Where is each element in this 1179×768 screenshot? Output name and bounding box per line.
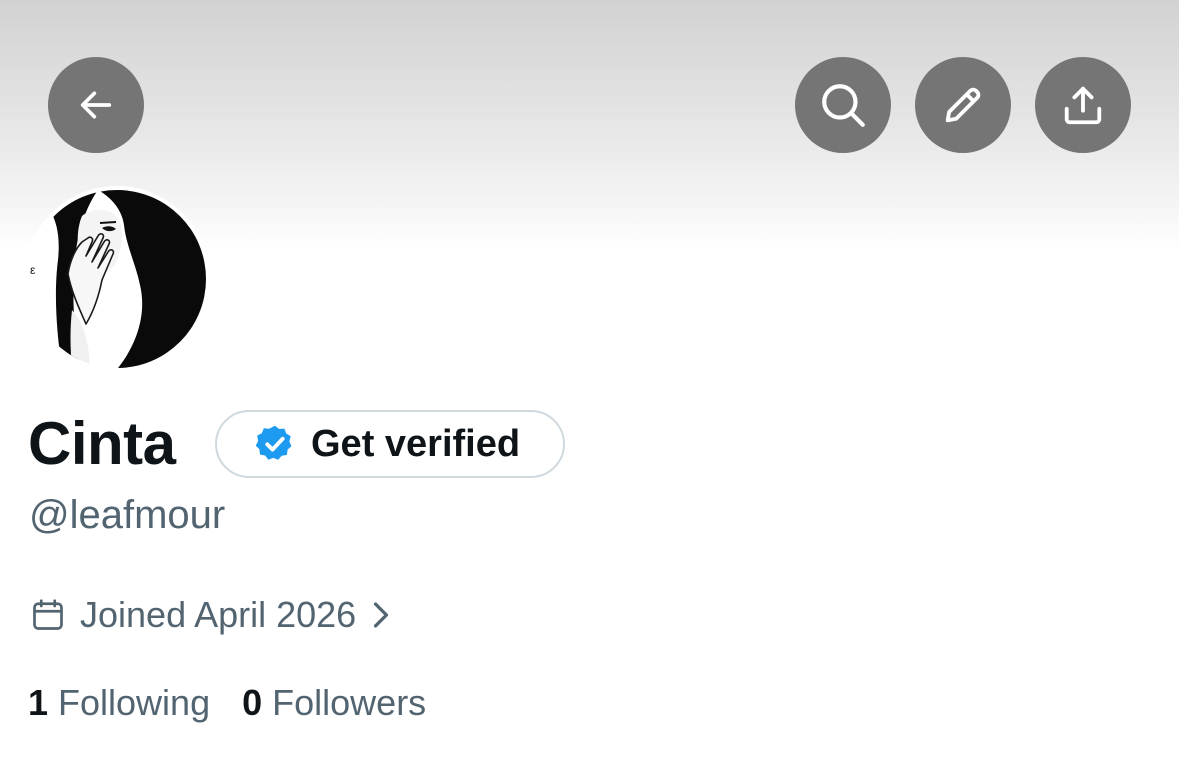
get-verified-label: Get verified (311, 422, 521, 465)
joined-date-row[interactable]: Joined April 2026 (30, 592, 392, 638)
avatar[interactable]: ε (24, 186, 210, 372)
search-button[interactable] (795, 57, 891, 153)
verified-badge-icon (253, 422, 297, 466)
share-button[interactable] (1035, 57, 1131, 153)
followers-label: Followers (272, 682, 427, 723)
joined-date-text: Joined April 2026 (80, 594, 357, 635)
profile-name: Cinta (28, 410, 176, 477)
following-stat[interactable]: 1 Following (28, 680, 210, 726)
following-label: Following (58, 682, 211, 723)
follow-stats: 1 Following 0 Followers (28, 680, 426, 726)
arrow-left-icon (80, 91, 112, 119)
calendar-icon (30, 597, 66, 633)
pencil-icon (945, 87, 981, 123)
chevron-right-icon (370, 600, 392, 630)
search-icon (822, 84, 865, 127)
svg-text:ε: ε (30, 263, 36, 277)
followers-count: 0 (242, 682, 263, 723)
avatar-image: ε (28, 190, 206, 368)
profile-page: ε Cinta Get verified @leafmour Joined Ap… (0, 0, 1179, 768)
edit-button[interactable] (915, 57, 1011, 153)
get-verified-button[interactable]: Get verified (215, 410, 565, 478)
profile-handle: @leafmour (29, 493, 226, 537)
back-button[interactable] (48, 57, 144, 153)
followers-stat[interactable]: 0 Followers (242, 680, 426, 726)
share-upload-icon (1064, 86, 1102, 125)
following-count: 1 (28, 682, 49, 723)
